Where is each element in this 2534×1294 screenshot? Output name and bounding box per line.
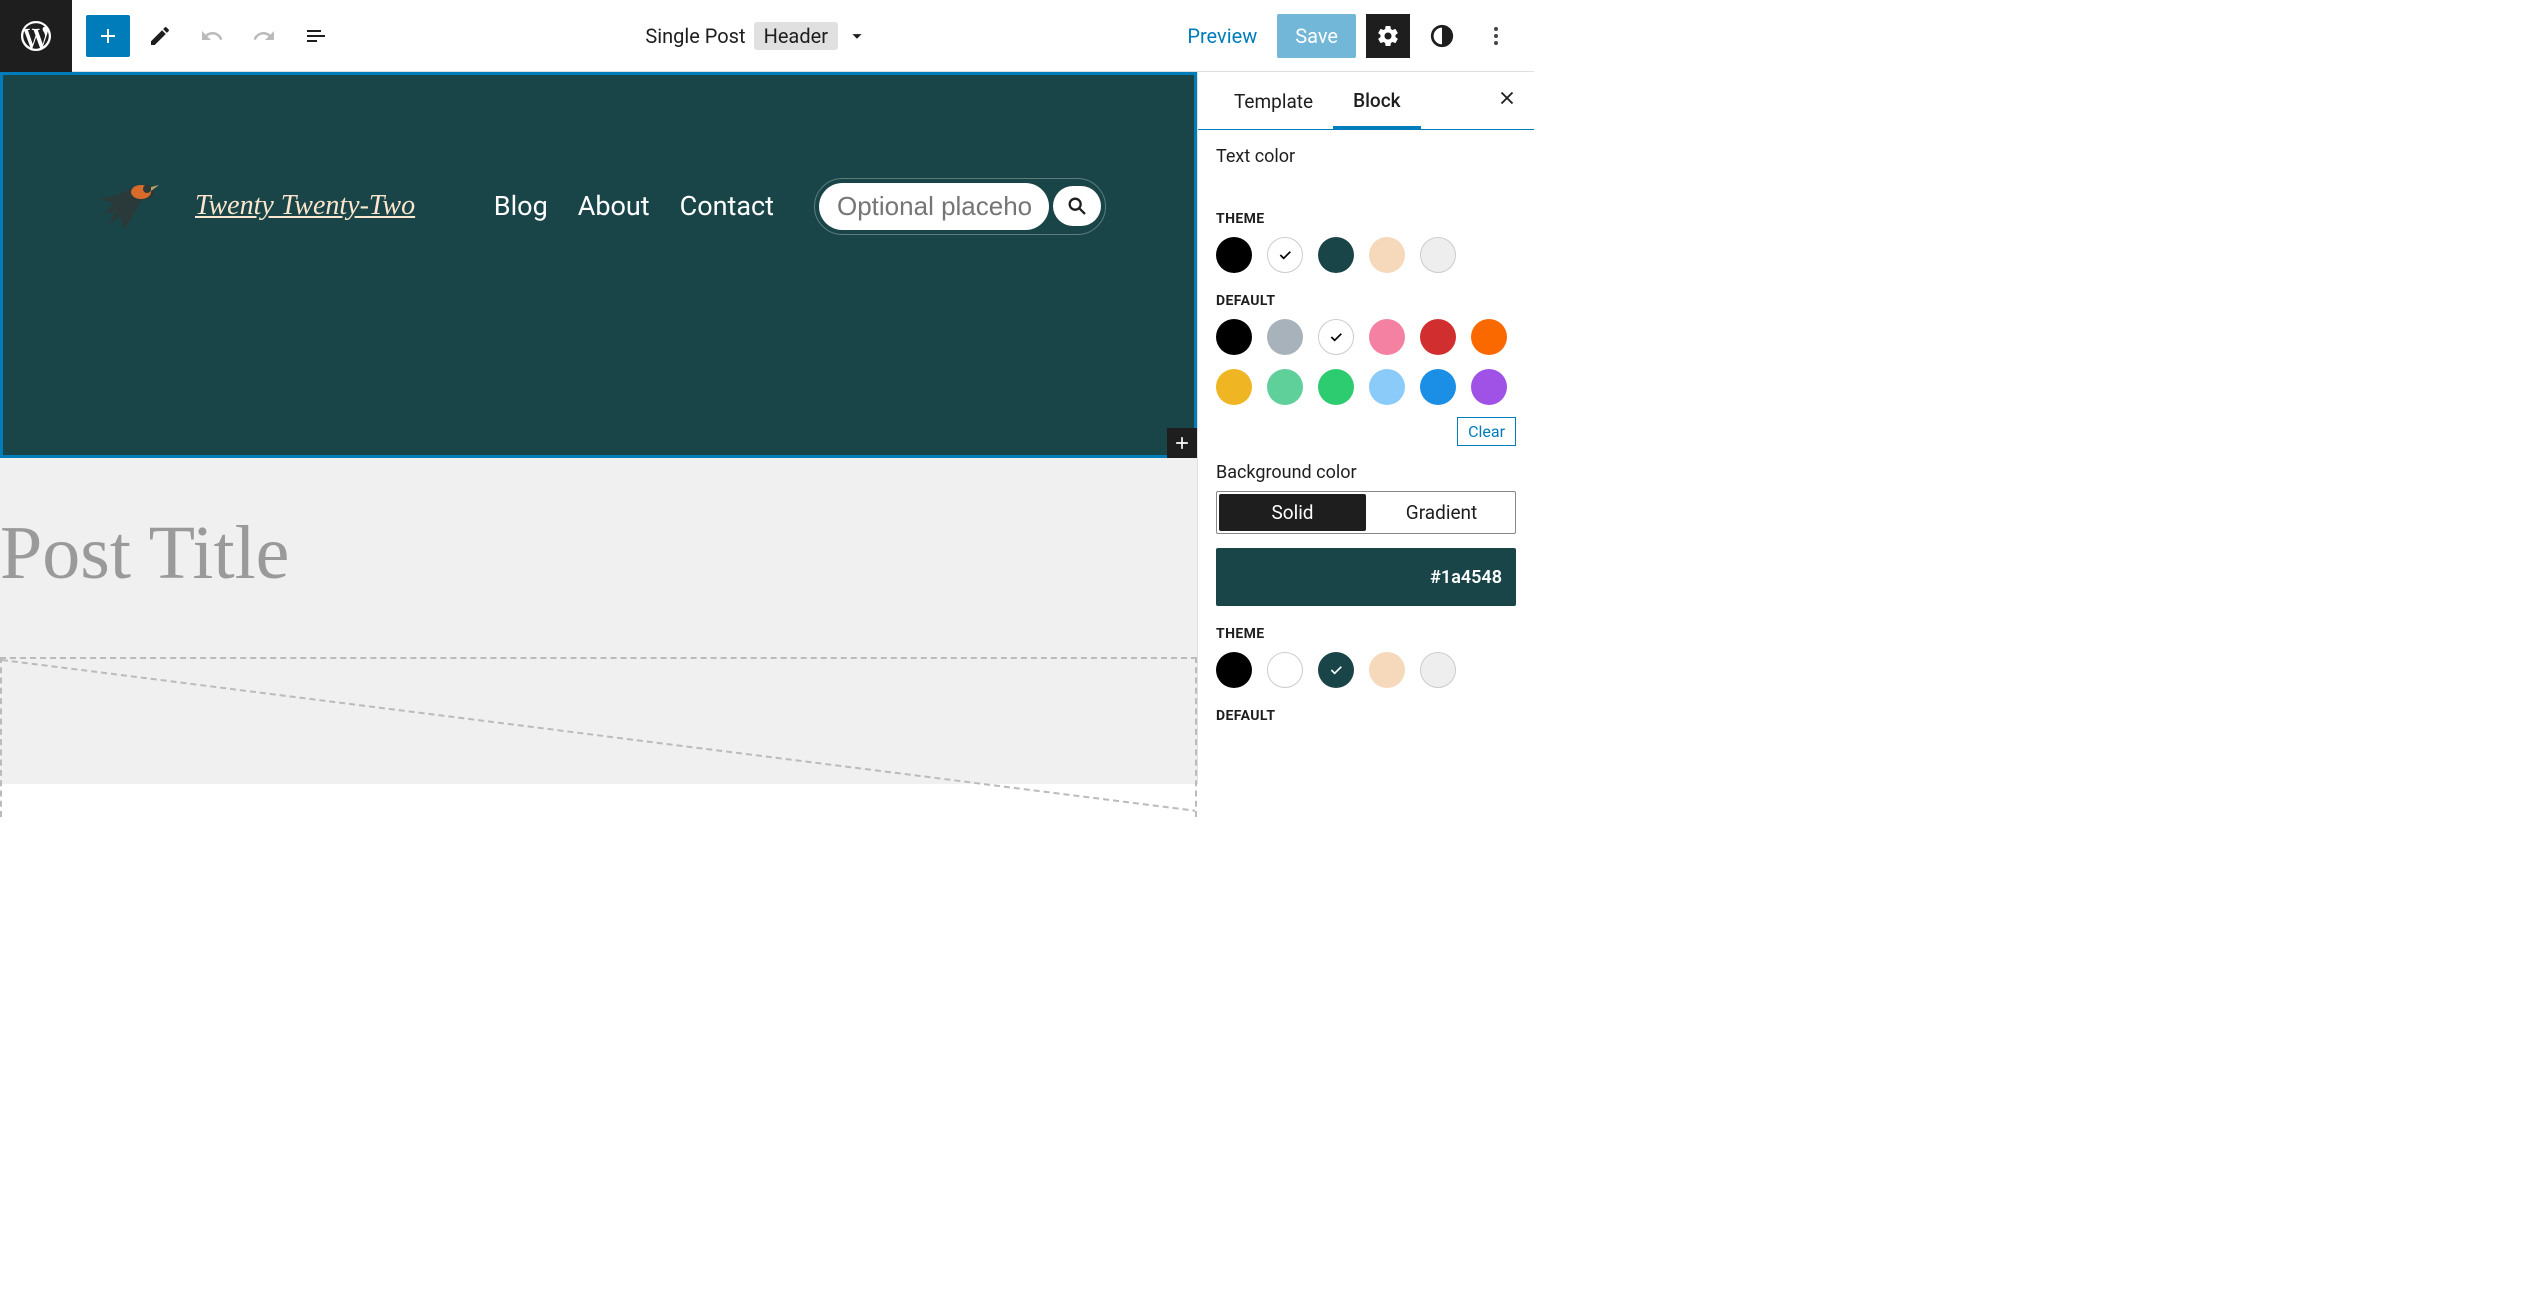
edit-mode-button[interactable] [138,14,182,58]
nav-item-about[interactable]: About [578,190,650,222]
site-title[interactable]: Twenty Twenty-Two [195,190,415,222]
bird-icon [91,175,161,237]
solid-mode-button[interactable]: Solid [1219,494,1366,531]
check-icon [1328,662,1344,678]
tab-template[interactable]: Template [1214,74,1333,127]
styles-button[interactable] [1420,14,1464,58]
workspace: Twenty Twenty-Two Blog About Contact Pos… [0,72,1534,784]
background-color-readout[interactable]: #1a4548 [1216,548,1516,606]
color-swatch[interactable] [1369,369,1405,405]
header-block[interactable]: Twenty Twenty-Two Blog About Contact [0,72,1197,458]
default-section-label: DEFAULT [1216,293,1516,309]
editor-canvas[interactable]: Twenty Twenty-Two Blog About Contact Pos… [0,72,1197,784]
color-swatch[interactable] [1471,369,1507,405]
sidebar-tabs: Template Block [1198,72,1534,130]
color-swatch[interactable] [1369,237,1405,273]
color-swatch[interactable] [1420,369,1456,405]
template-part-badge: Header [754,22,838,50]
color-mode-toggle: Solid Gradient [1216,491,1516,534]
color-swatch[interactable] [1369,319,1405,355]
custom-color-picker[interactable] [1216,175,1516,191]
color-swatch[interactable] [1318,319,1354,355]
color-swatch[interactable] [1420,652,1456,688]
search-input[interactable] [819,183,1049,230]
clear-text-color-button[interactable]: Clear [1457,417,1516,446]
default-section-label-bg: DEFAULT [1216,708,1516,724]
plus-icon [96,24,120,48]
header-inner: Twenty Twenty-Two Blog About Contact [3,75,1194,237]
undo-icon [200,24,224,48]
pencil-icon [148,24,172,48]
wordpress-logo-button[interactable] [0,0,72,72]
document-title[interactable]: Single Post Header [352,22,1161,50]
insert-block-button[interactable] [1167,428,1197,458]
theme-section-label-bg: THEME [1216,626,1516,642]
check-icon [1277,247,1293,263]
search-block[interactable] [814,178,1106,235]
add-block-button[interactable] [86,15,130,57]
color-swatch[interactable] [1216,319,1252,355]
redo-button[interactable] [242,14,286,58]
styles-icon [1429,23,1455,49]
dot-icon [1494,27,1498,31]
color-swatch[interactable] [1318,237,1354,273]
close-sidebar-button[interactable] [1496,87,1518,115]
default-swatches-text-r1 [1216,319,1516,355]
save-button[interactable]: Save [1277,14,1356,58]
gradient-mode-button[interactable]: Gradient [1368,492,1515,533]
featured-image-placeholder[interactable] [0,657,1197,817]
color-swatch[interactable] [1369,652,1405,688]
color-swatch[interactable] [1267,652,1303,688]
nav-item-blog[interactable]: Blog [494,190,548,222]
color-swatch[interactable] [1216,369,1252,405]
search-button[interactable] [1053,186,1101,226]
color-swatch[interactable] [1267,237,1303,273]
redo-icon [252,24,276,48]
settings-sidebar: Template Block Text color THEME DEFAULT … [1197,72,1534,784]
text-color-label: Text color [1216,146,1516,167]
nav-item-contact[interactable]: Contact [680,190,774,222]
theme-section-label: THEME [1216,211,1516,227]
list-view-icon [304,24,328,48]
doc-type-label: Single Post [645,24,745,48]
list-view-button[interactable] [294,14,338,58]
settings-button[interactable] [1366,14,1410,58]
site-logo[interactable] [91,175,161,237]
color-swatch[interactable] [1267,369,1303,405]
toolbar-right: Preview Save [1161,14,1534,58]
background-color-label: Background color [1216,462,1516,483]
preview-button[interactable]: Preview [1177,16,1267,56]
color-swatch[interactable] [1267,319,1303,355]
toolbar-left [72,14,352,58]
theme-swatches-bg [1216,652,1516,688]
color-swatch[interactable] [1216,237,1252,273]
theme-swatches-text [1216,237,1516,273]
color-swatch[interactable] [1420,319,1456,355]
default-swatches-text-r2 [1216,369,1516,405]
tab-block[interactable]: Block [1333,73,1420,130]
color-swatch[interactable] [1471,319,1507,355]
chevron-down-icon [846,25,868,47]
more-options-button[interactable] [1474,14,1518,58]
color-swatch[interactable] [1420,237,1456,273]
hex-value: #1a4548 [1430,567,1502,588]
close-icon [1496,87,1518,109]
top-toolbar: Single Post Header Preview Save [0,0,1534,72]
color-swatch[interactable] [1318,652,1354,688]
check-icon [1328,329,1344,345]
color-swatch[interactable] [1216,652,1252,688]
search-icon [1066,195,1088,217]
undo-button[interactable] [190,14,234,58]
gear-icon [1376,24,1400,48]
wordpress-icon [18,18,54,54]
post-title-placeholder[interactable]: Post Title [0,458,1197,657]
text-color-panel: Text color THEME DEFAULT Clear Backgroun… [1198,130,1534,750]
navigation[interactable]: Blog About Contact [494,190,774,222]
color-swatch[interactable] [1318,369,1354,405]
plus-icon [1172,433,1192,453]
